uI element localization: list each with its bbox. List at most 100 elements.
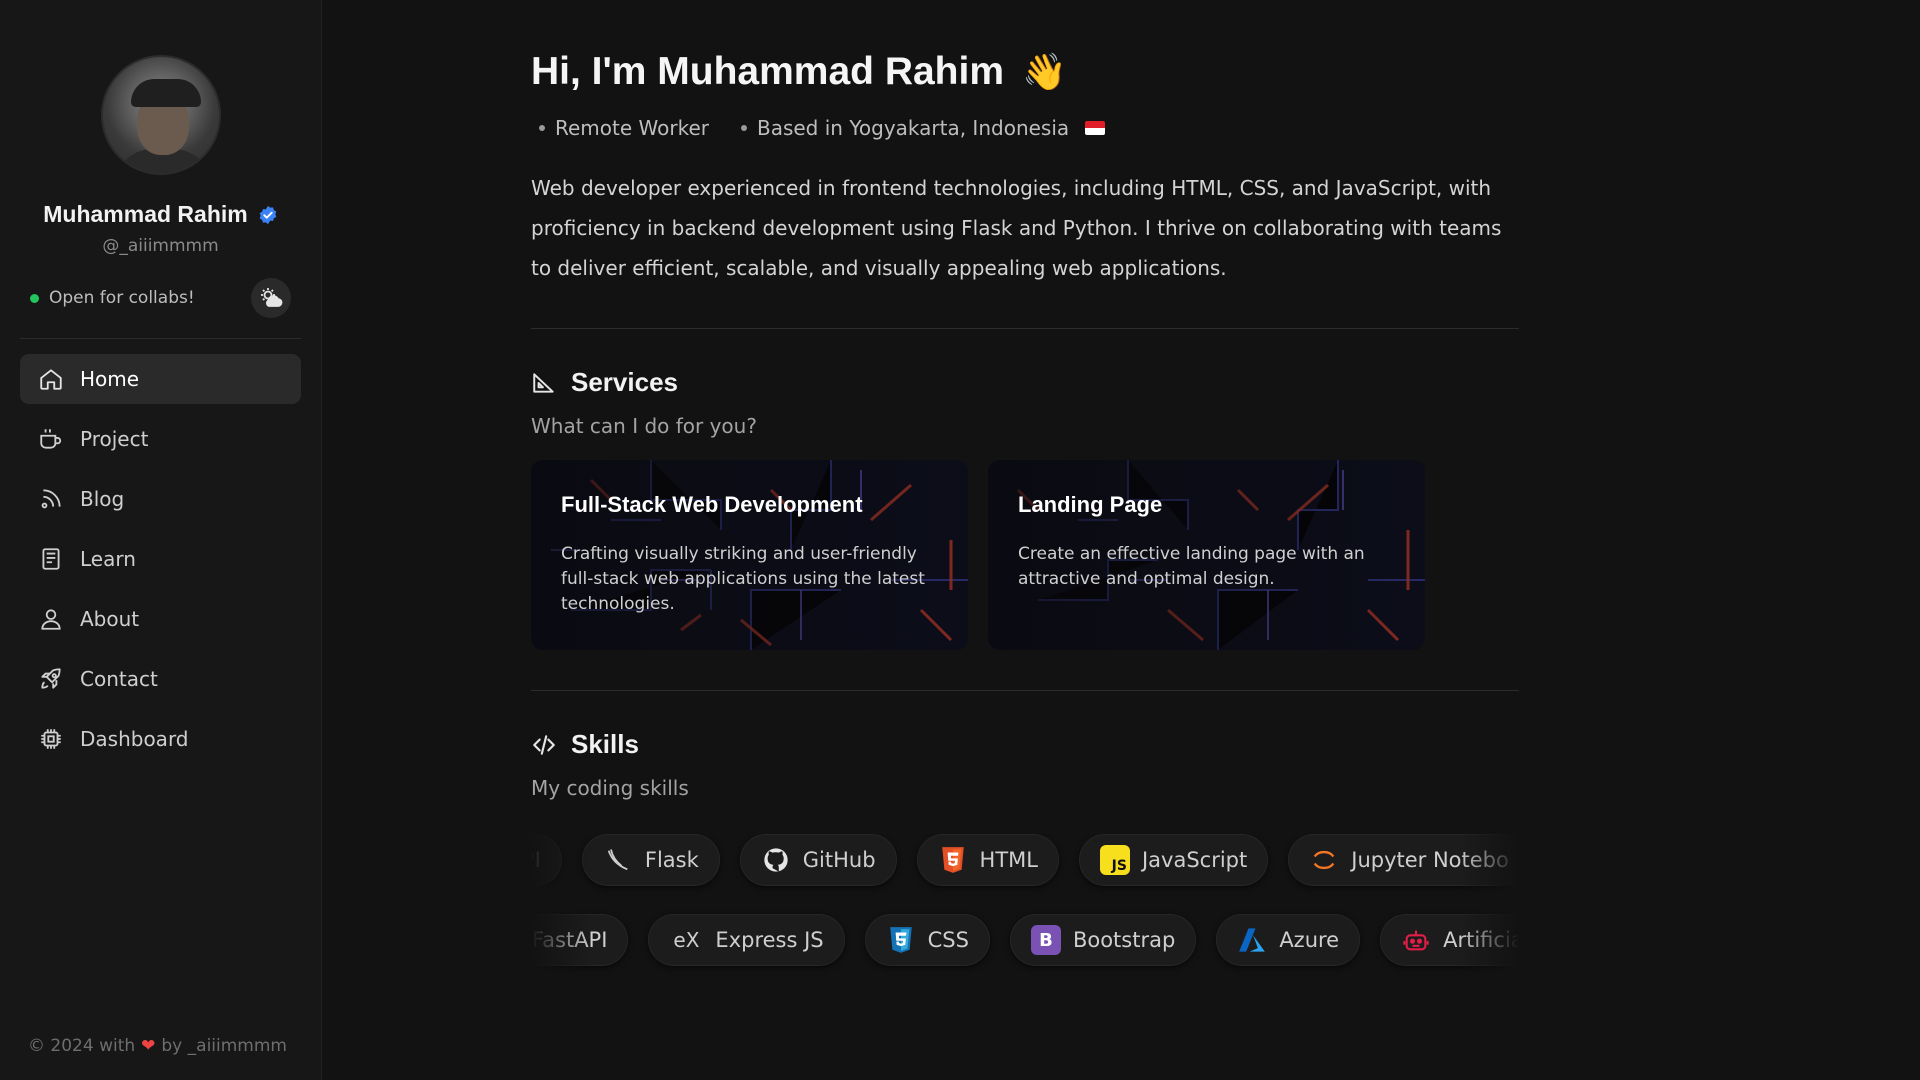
skill-chip[interactable]: Jupyter Notebo (1288, 834, 1519, 886)
nav-item-about[interactable]: About (20, 594, 301, 644)
skills-row: FastAPI eX Express JS CSS B Bootstrap Az… (531, 914, 1519, 966)
rss-icon (41, 489, 61, 509)
nav-item-home[interactable]: Home (20, 354, 301, 404)
skill-chip[interactable]: Azure (1216, 914, 1361, 966)
sun-cloud-icon (261, 288, 283, 307)
skills-row: PI Flask GitHub (531, 834, 1519, 886)
meta-label: Based in Yogyakarta, Indonesia (756, 116, 1070, 140)
waving-hand-icon: 👋 (1022, 52, 1067, 93)
meta-remote: Remote Worker (539, 116, 709, 140)
sidebar-divider (20, 338, 301, 339)
service-card-title: Full-Stack Web Development (561, 492, 863, 517)
skill-label: CSS (927, 928, 969, 952)
rocket-icon (41, 668, 61, 689)
theme-toggle-button[interactable] (251, 278, 291, 318)
service-card-desc: Crafting visually striking and user-frie… (561, 544, 925, 614)
skill-label: GitHub (802, 848, 876, 872)
nav-label: Project (80, 427, 149, 451)
nav-label: Contact (80, 667, 158, 691)
skill-label: PI (531, 848, 541, 872)
user-icon (41, 609, 61, 630)
heart-icon: ❤ (141, 1036, 156, 1056)
sidebar: Muhammad Rahim @_aiiimmmm Open for colla… (0, 0, 322, 1080)
robot-icon (1401, 925, 1431, 955)
sidebar-nav: Home Project Blog Learn About Contact Da… (20, 354, 301, 764)
profile-handle: @_aiiimmmm (102, 236, 219, 256)
nav-item-dashboard[interactable]: Dashboard (20, 714, 301, 764)
skill-label: Bootstrap (1072, 928, 1176, 952)
nav-label: Dashboard (80, 727, 189, 751)
section-divider (531, 328, 1519, 329)
service-card-desc: Create an effective landing page with an… (1018, 544, 1365, 589)
skill-chip[interactable]: B Bootstrap (1009, 914, 1197, 966)
skill-chip[interactable]: Artificial I (1380, 914, 1519, 966)
css3-icon (886, 925, 916, 955)
collab-status-label: Open for collabs! (49, 288, 195, 308)
page-title: Hi, I'm Muhammad Rahim (531, 50, 1005, 93)
profile-name: Muhammad Rahim (43, 201, 248, 227)
indonesia-flag-icon (1085, 121, 1106, 135)
services-cards: Full-Stack Web Development Crafting visu… (531, 460, 1519, 650)
nav-label: Home (80, 367, 140, 391)
skill-label: HTML (979, 848, 1038, 872)
skills-subtitle: My coding skills (531, 776, 689, 800)
service-card-title: Landing Page (1018, 492, 1163, 517)
bullet-icon (539, 125, 545, 131)
azure-icon (1237, 925, 1267, 955)
book-icon (42, 548, 60, 570)
bullet-icon (740, 125, 747, 131)
skill-chip[interactable]: PI (531, 834, 562, 886)
section-title-label: Services (571, 367, 678, 397)
coffee-cup-icon (40, 429, 62, 449)
skill-label: Express JS (715, 928, 824, 952)
footer-suffix: by _aiiimmmm (161, 1036, 287, 1056)
avatar[interactable] (100, 55, 221, 175)
skill-chip[interactable]: CSS (864, 914, 990, 966)
skill-chip[interactable]: GitHub (739, 834, 897, 886)
jupyter-icon (1309, 845, 1339, 875)
skill-label: Artificial I (1443, 928, 1519, 952)
verified-badge-icon (259, 205, 277, 224)
status-dot (30, 293, 39, 303)
skill-label: JavaScript (1141, 848, 1248, 872)
main-content: Hi, I'm Muhammad Rahim 👋 Remote Worker B… (322, 0, 1920, 1080)
bootstrap-icon: B (1030, 925, 1061, 955)
profile-name-row: Muhammad Rahim (20, 201, 301, 228)
skill-label: Jupyter Notebo (1351, 848, 1509, 872)
hero-meta: Remote Worker Based in Yogyakarta, Indon… (531, 116, 1519, 140)
skill-chip[interactable]: JS JavaScript (1078, 834, 1269, 886)
sidebar-footer: © 2024 with ❤ by _aiiimmmm (28, 1036, 287, 1056)
skill-label: FastAPI (532, 928, 608, 952)
skill-chip[interactable]: FastAPI (531, 914, 629, 966)
nav-item-learn[interactable]: Learn (20, 534, 301, 584)
nav-item-contact[interactable]: Contact (20, 654, 301, 704)
meta-label: Remote Worker (555, 116, 709, 140)
services-subtitle: What can I do for you? (531, 414, 757, 438)
skill-chip[interactable]: eX Express JS (648, 914, 845, 966)
skill-label: Flask (644, 848, 699, 872)
chip-icon (41, 729, 61, 749)
meta-location: Based in Yogyakarta, Indonesia (740, 116, 1106, 140)
nav-label: About (80, 607, 140, 631)
skills-heading: Skills (531, 729, 1519, 760)
home-icon (40, 369, 62, 390)
nav-label: Blog (80, 487, 125, 511)
service-card[interactable]: Landing Page Create an effective landing… (988, 460, 1425, 650)
nav-item-project[interactable]: Project (20, 414, 301, 464)
section-divider (531, 690, 1519, 691)
skill-chip[interactable]: HTML (916, 834, 1059, 886)
footer-prefix: © 2024 with (28, 1036, 136, 1056)
skills-marquee: PI Flask GitHub (531, 834, 1519, 994)
nav-item-blog[interactable]: Blog (20, 474, 301, 524)
express-icon: eX (673, 928, 700, 952)
code-icon (533, 734, 555, 755)
flask-icon (603, 845, 633, 875)
nav-label: Learn (80, 547, 136, 571)
service-card[interactable]: Full-Stack Web Development Crafting visu… (531, 460, 968, 650)
bio-text: Web developer experienced in frontend te… (531, 176, 1502, 280)
collab-status: Open for collabs! (30, 288, 195, 308)
services-heading: Services (531, 367, 1519, 398)
skill-chip[interactable]: Flask (581, 834, 720, 886)
javascript-icon: JS (1099, 845, 1130, 875)
skill-label: Azure (1279, 928, 1340, 952)
